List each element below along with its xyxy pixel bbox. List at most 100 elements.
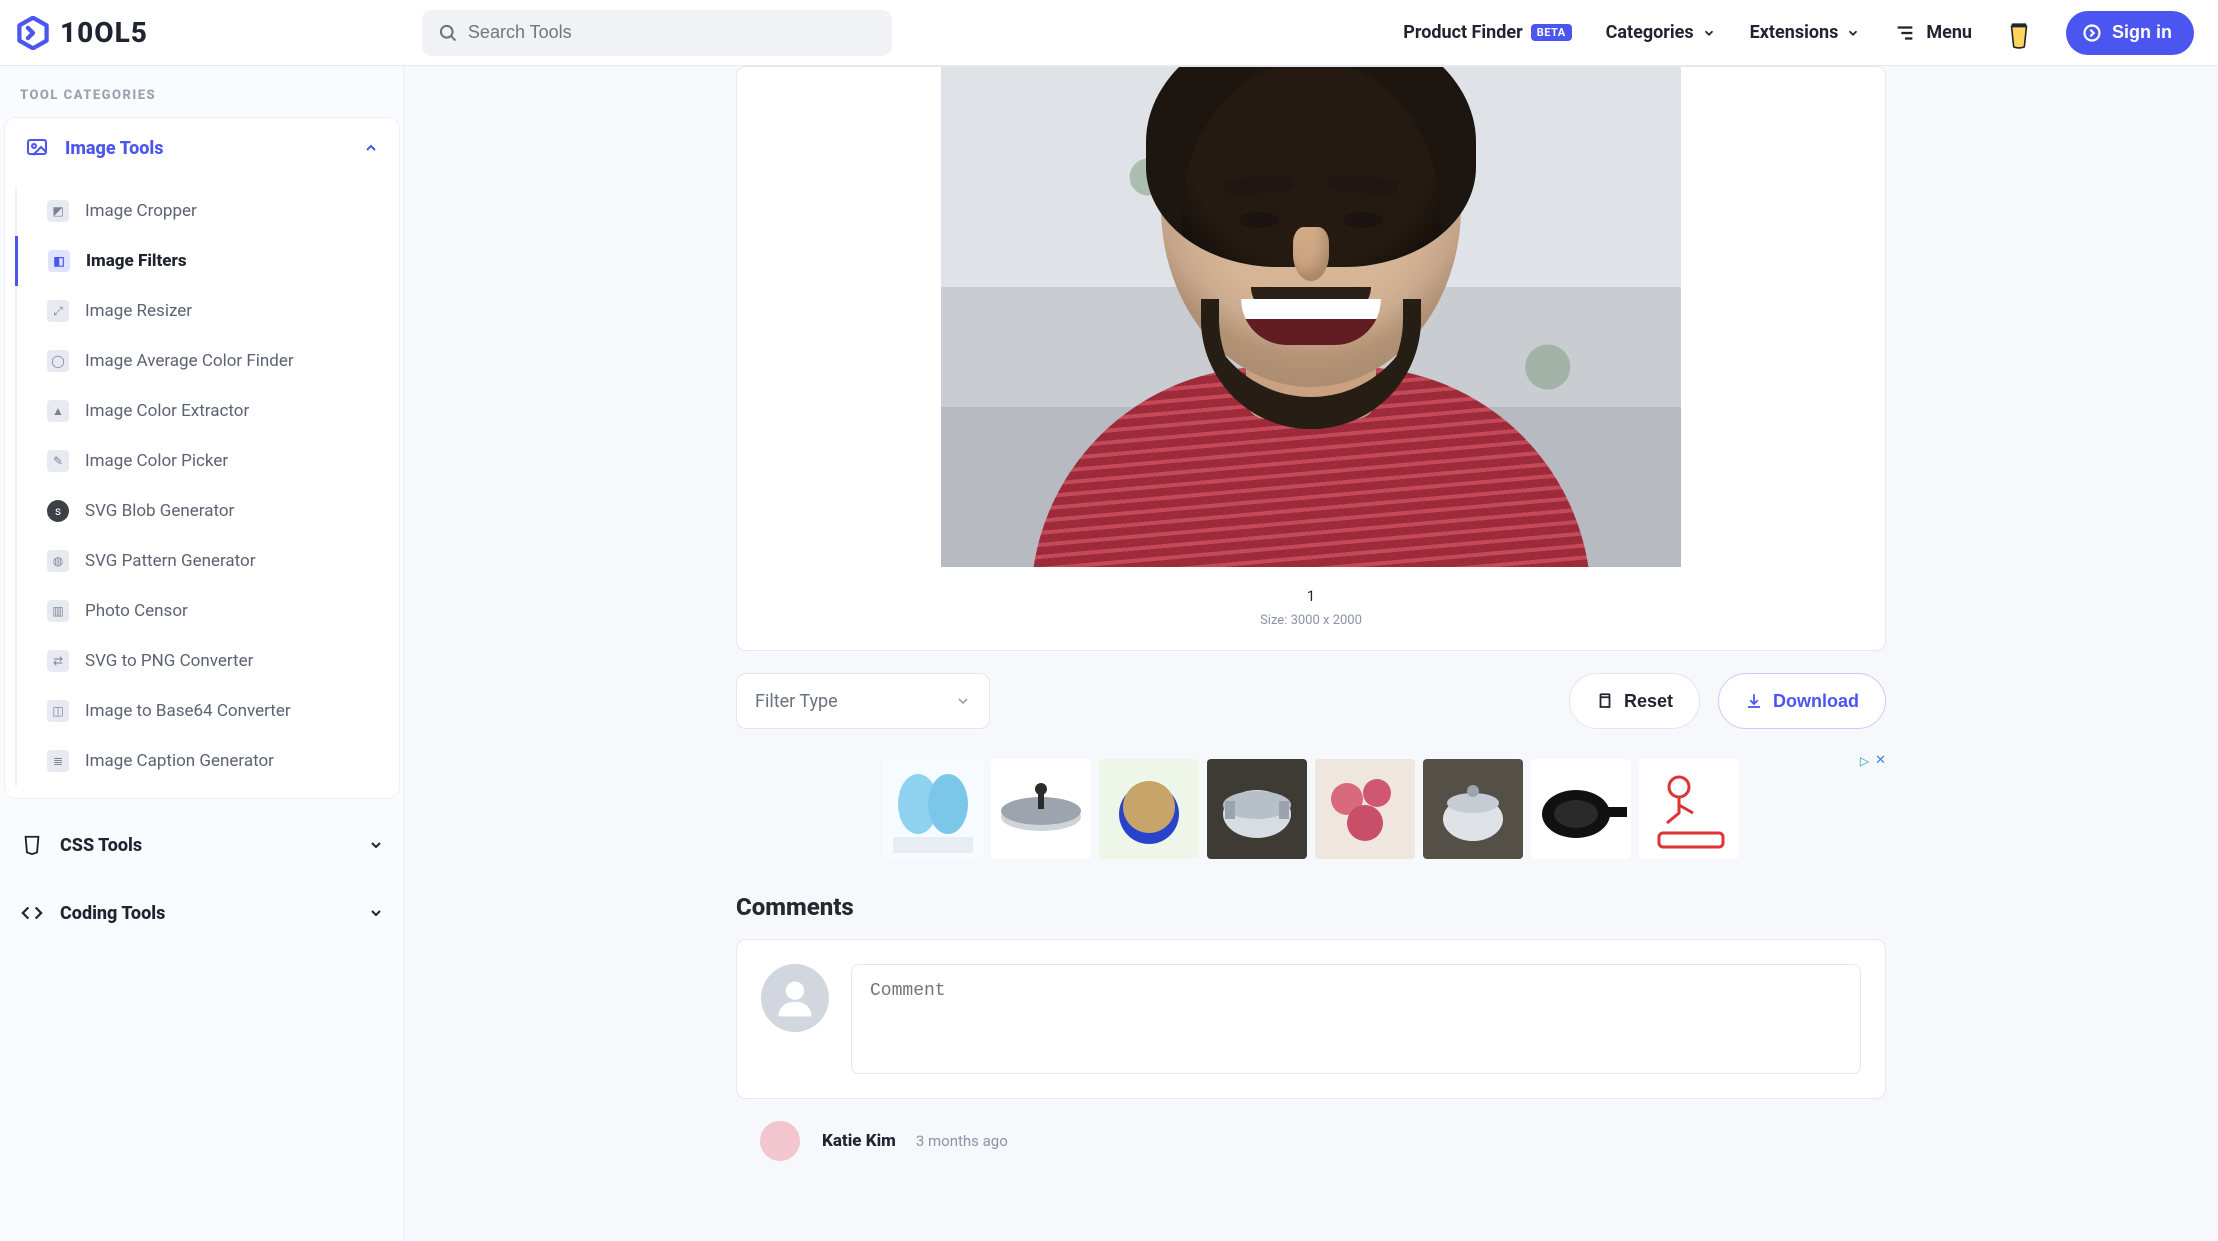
chevron-down-icon [368, 837, 384, 853]
app-header: 10OL5 Product Finder BETA Categories Ext… [0, 0, 2218, 66]
comment-time: 3 months ago [916, 1132, 1008, 1150]
sidebar-item-color-picker[interactable]: ✎Image Color Picker [15, 436, 399, 486]
sidebar-item-svg-to-png[interactable]: ⇄ SVG to PNG Converter [15, 636, 399, 686]
logo-text: 10OL5 [60, 16, 148, 49]
css-tools-icon [20, 833, 44, 857]
sidebar-item-image-filters[interactable]: ◧ Image Filters [15, 236, 399, 286]
image-preview-card: 1 Size: 3000 x 2000 [736, 66, 1886, 651]
convert-icon: ⇄ [47, 650, 69, 672]
logo-icon [16, 16, 50, 50]
ad-tile[interactable]: -40% [1207, 759, 1307, 859]
ad-tile[interactable]: -13% [1531, 759, 1631, 859]
reset-icon [1596, 692, 1614, 710]
header-nav: Product Finder BETA Categories Extension… [1403, 11, 2194, 55]
filter-type-select[interactable]: Filter Type [736, 673, 990, 729]
sidebar-item-label: Image to Base64 Converter [85, 701, 291, 721]
preview-image[interactable] [941, 67, 1681, 567]
blob-icon: s [47, 500, 69, 522]
sidebar-cat-image-tools-label: Image Tools [65, 138, 347, 159]
sidebar-item-label: Image Filters [86, 251, 187, 271]
nav-extensions-label: Extensions [1750, 22, 1839, 43]
sidebar-item-svg-pattern[interactable]: ◍SVG Pattern Generator [15, 536, 399, 586]
comment-author: Katie Kim [822, 1131, 896, 1151]
avatar [760, 1121, 800, 1161]
censor-icon: ▥ [47, 600, 69, 622]
signin-label: Sign in [2112, 22, 2172, 43]
sidebar-heading: TOOL CATEGORIES [0, 66, 404, 117]
ad-tile[interactable]: -21% [1315, 759, 1415, 859]
close-icon[interactable]: ✕ [1875, 753, 1886, 768]
sidebar-item-label: Image Cropper [85, 201, 197, 221]
ad-tile[interactable] [1639, 759, 1739, 859]
sidebar-cat-image-tools[interactable]: Image Tools [5, 118, 399, 178]
comment-input[interactable] [851, 964, 1861, 1074]
tip-cup-icon[interactable] [2006, 17, 2032, 49]
search-input[interactable] [468, 22, 876, 43]
logo[interactable]: 10OL5 [16, 16, 148, 50]
sidebar-item-img-base64[interactable]: ◫ Image to Base64 Converter [15, 686, 399, 736]
download-label: Download [1773, 691, 1859, 712]
sidebar-cat-coding-tools[interactable]: Coding Tools [0, 879, 404, 947]
sidebar-item-label: Image Caption Generator [85, 751, 274, 771]
nav-menu[interactable]: Menu [1894, 22, 1972, 44]
signin-icon [2082, 23, 2102, 43]
sidebar-cat-css-label: CSS Tools [60, 835, 352, 856]
chevron-up-icon [363, 140, 379, 156]
ad-strip: -12% -30% -40% -21% -25% -13% ▷✕ [736, 753, 1886, 871]
sidebar-sublist: ◩ Image Cropper ◧ Image Filters ⤢Image Res… [5, 178, 399, 798]
filters-icon: ◧ [48, 250, 70, 272]
sidebar-item-img-caption[interactable]: ≣Image Caption Generator [15, 736, 399, 786]
base64-icon: ◫ [47, 700, 69, 722]
image-size: Size: 3000 x 2000 [737, 613, 1885, 628]
nav-product-finder[interactable]: Product Finder BETA [1403, 22, 1571, 43]
ad-tile[interactable] [991, 759, 1091, 859]
filter-controls: Filter Type Reset Download [736, 673, 1886, 729]
nav-categories[interactable]: Categories [1606, 22, 1716, 43]
sidebar: TOOL CATEGORIES Image Tools ◩ Image Cropp… [0, 66, 404, 1241]
extract-icon: ▲ [47, 400, 69, 422]
picker-icon: ✎ [47, 450, 69, 472]
sidebar-item-avg-color[interactable]: ◯ Image Average Color Finder [15, 336, 399, 386]
avatar [761, 964, 829, 1032]
sidebar-item-color-extractor[interactable]: ▲ Image Color Extractor [15, 386, 399, 436]
sidebar-cat-coding-label: Coding Tools [60, 903, 352, 924]
sidebar-item-label: Image Average Color Finder [85, 351, 294, 371]
comments-section: Comments Katie Kim 3 months ago [736, 893, 1886, 1161]
sidebar-item-photo-censor[interactable]: ▥Photo Censor [15, 586, 399, 636]
adchoices-icon: ▷ [1860, 754, 1869, 768]
ad-info[interactable]: ▷✕ [1860, 753, 1886, 768]
nav-menu-label: Menu [1926, 22, 1972, 43]
nav-categories-label: Categories [1606, 22, 1694, 43]
ad-tile[interactable]: -30% [1099, 759, 1199, 859]
user-icon [773, 976, 817, 1020]
nav-extensions[interactable]: Extensions [1750, 22, 1861, 43]
comment-composer [736, 939, 1886, 1099]
sidebar-item-image-cropper[interactable]: ◩ Image Cropper [15, 186, 399, 236]
sidebar-cat-css-tools[interactable]: CSS Tools [0, 811, 404, 879]
comment-item: Katie Kim 3 months ago [760, 1121, 1886, 1161]
reset-button[interactable]: Reset [1569, 673, 1700, 729]
sidebar-item-label: Image Color Extractor [85, 401, 249, 421]
sidebar-item-svg-blob[interactable]: sSVG Blob Generator [15, 486, 399, 536]
ad-tile[interactable]: -12% [883, 759, 983, 859]
sidebar-item-image-resizer[interactable]: ⤢Image Resizer [15, 286, 399, 336]
signin-button[interactable]: Sign in [2066, 11, 2194, 55]
search-box[interactable] [422, 10, 892, 56]
filter-type-label: Filter Type [755, 691, 838, 712]
sidebar-item-label: Image Resizer [85, 301, 192, 321]
chevron-down-icon [1702, 26, 1716, 40]
ad-tile[interactable]: -25% [1423, 759, 1523, 859]
download-icon [1745, 692, 1763, 710]
sidebar-block-image-tools: Image Tools ◩ Image Cropper ◧ Image Filter… [4, 117, 400, 799]
sidebar-item-label: SVG to PNG Converter [85, 651, 253, 671]
avg-color-icon: ◯ [47, 350, 69, 372]
beta-badge: BETA [1531, 24, 1572, 41]
image-index: 1 [737, 587, 1885, 605]
download-button[interactable]: Download [1718, 673, 1886, 729]
crop-icon: ◩ [47, 200, 69, 222]
menu-icon [1894, 22, 1916, 44]
image-tools-icon [25, 136, 49, 160]
pattern-icon: ◍ [47, 550, 69, 572]
nav-product-finder-label: Product Finder [1403, 22, 1522, 43]
comments-title: Comments [736, 893, 1886, 921]
